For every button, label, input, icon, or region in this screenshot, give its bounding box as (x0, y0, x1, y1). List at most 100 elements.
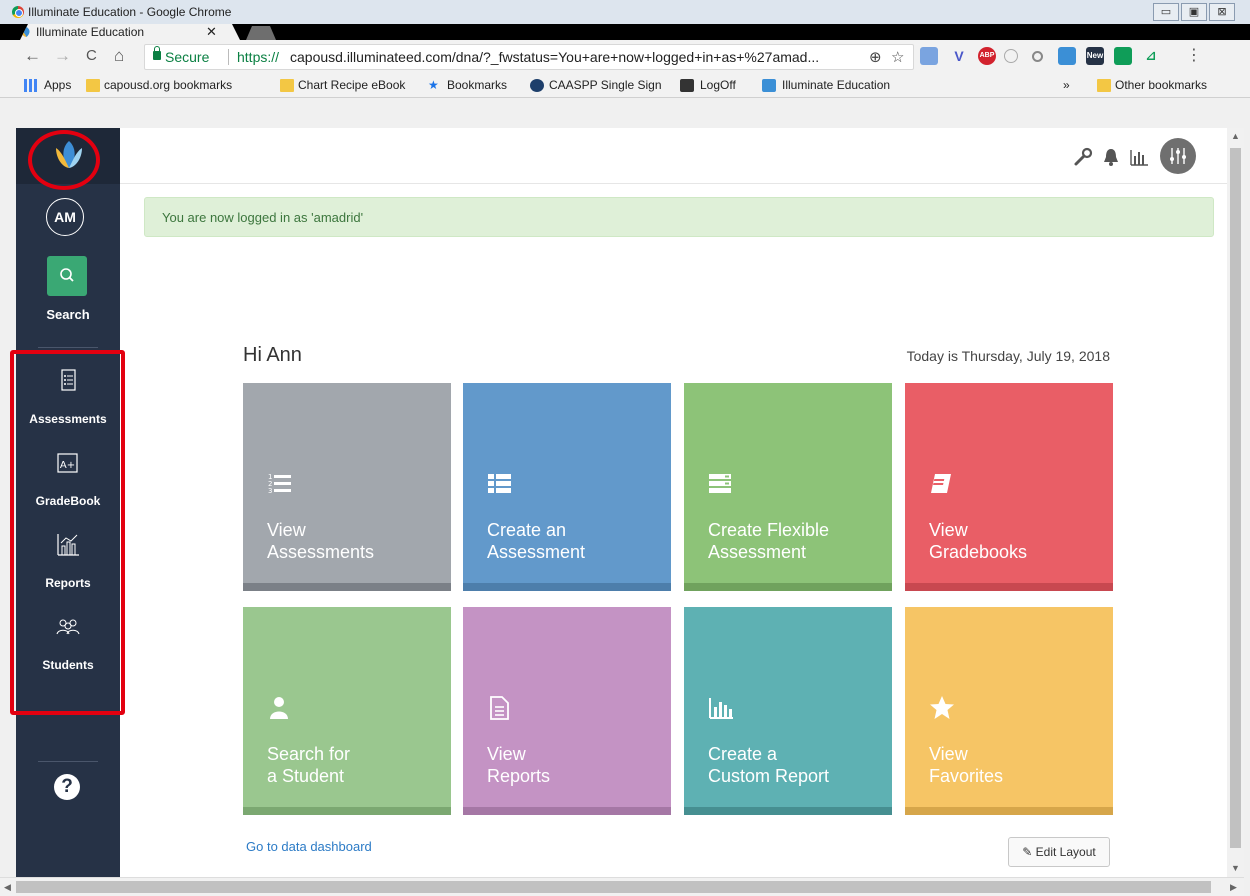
caaspp-icon (530, 79, 544, 92)
sliders-icon (1170, 148, 1186, 164)
bookmark-bookmarks[interactable]: Bookmarks (447, 78, 507, 92)
scroll-left-icon[interactable]: ◀ (4, 882, 11, 893)
secure-label: Secure (165, 49, 210, 65)
zoom-icon[interactable]: ⊕ (869, 48, 882, 66)
tile-view-reports[interactable]: View Reports (463, 607, 671, 815)
tile-search-student[interactable]: Search for a Student (243, 607, 451, 815)
back-icon[interactable]: ← (24, 46, 41, 66)
maximize-button[interactable]: ▣ (1181, 3, 1207, 21)
numbered-list-icon: 1 2 3 (268, 473, 291, 495)
avatar[interactable]: AM (46, 198, 84, 236)
adblock-icon[interactable]: ABP (978, 47, 996, 65)
bookmark-logoff[interactable]: LogOff (700, 78, 736, 92)
tile-strip (905, 807, 1113, 815)
tile-label: View Assessments (267, 520, 375, 562)
tab-illuminate[interactable]: Illuminate Education ✕ (20, 24, 240, 40)
google-classroom-icon[interactable] (1114, 47, 1132, 65)
cast-icon[interactable]: ⊿ (1142, 47, 1160, 65)
tile-label: View Gradebooks (929, 520, 1028, 562)
folder-icon (1097, 79, 1111, 92)
tile-label: Search for a Student (267, 744, 351, 786)
extension-bitmoji-icon[interactable] (920, 47, 938, 65)
bookmark-other[interactable]: Other bookmarks (1115, 78, 1207, 92)
lock-icon (153, 46, 161, 60)
sidebar-divider (38, 761, 98, 762)
extension-badge-1-icon[interactable] (1058, 47, 1076, 65)
home-icon[interactable]: ⌂ (114, 46, 124, 66)
tile-view-assessments[interactable]: 1 2 3 View Assessments (243, 383, 451, 591)
tile-label: Create a Custom Report (708, 744, 830, 786)
tile-view-gradebooks[interactable]: View Gradebooks (905, 383, 1113, 591)
chrome-logo-icon (12, 6, 24, 18)
menu-icon[interactable]: ⋮ (1186, 46, 1202, 66)
bookmarks-overflow-icon[interactable]: » (1063, 78, 1070, 92)
extension-circle-icon[interactable] (1004, 49, 1018, 63)
address-bar[interactable]: Secure https:// capousd.illuminateed.com… (144, 44, 914, 70)
horizontal-scrollbar[interactable]: ◀ ▶ (0, 877, 1244, 896)
tile-create-custom-report[interactable]: Create a Custom Report (684, 607, 892, 815)
tile-strip (243, 807, 451, 815)
tile-strip (684, 807, 892, 815)
edit-layout-button[interactable]: ✎ Edit Layout (1008, 837, 1110, 867)
minimize-button[interactable]: ▭ (1153, 3, 1179, 21)
wrench-icon[interactable] (1072, 146, 1094, 168)
tile-strip (684, 583, 892, 591)
scroll-up-icon[interactable]: ▲ (1231, 131, 1240, 141)
tile-strip (463, 807, 671, 815)
search-label[interactable]: Search (16, 307, 120, 322)
bookmark-star-icon[interactable]: ☆ (891, 48, 904, 66)
bookmark-illuminate[interactable]: Illuminate Education (782, 78, 890, 92)
server-icon (709, 474, 731, 493)
scroll-down-icon[interactable]: ▼ (1231, 863, 1240, 873)
extension-new-icon[interactable]: New (1086, 47, 1104, 65)
forward-icon[interactable]: → (54, 46, 71, 66)
bell-icon[interactable] (1100, 146, 1122, 168)
vertical-scrollbar[interactable]: ▲ ▼ (1227, 128, 1244, 877)
bookmark-caaspp[interactable]: CAASPP Single Sign (549, 78, 662, 92)
browser-window: Illuminate Education - Google Chrome ▭ ▣… (0, 0, 1250, 896)
star-icon: ★ (428, 78, 439, 92)
bookmark-capousd[interactable]: capousd.org bookmarks (104, 78, 232, 92)
scroll-right-icon[interactable]: ▶ (1230, 882, 1237, 893)
bar-chart-icon[interactable] (1128, 146, 1150, 168)
star-icon (930, 696, 954, 719)
app-header (120, 128, 1243, 184)
bookmark-chart-recipe[interactable]: Chart Recipe eBook (298, 78, 405, 92)
close-window-button[interactable]: ⊠ (1209, 3, 1235, 21)
alert-text: You are now logged in as 'amadrid' (162, 210, 364, 225)
logoff-icon (680, 79, 694, 92)
bookmark-apps[interactable]: Apps (44, 78, 71, 92)
folder-icon (86, 79, 100, 92)
book-icon (931, 474, 951, 493)
page-content: AM Search Assessments A+ GradeBook Repor… (16, 128, 1243, 877)
browser-toolbar: ← → C ⌂ Secure https:// capousd.illumina… (0, 40, 1250, 74)
url-text: capousd.illuminateed.com/dna/?_fwstatus=… (290, 49, 820, 65)
settings-sliders-button[interactable] (1160, 138, 1196, 174)
bookmarks-bar: Apps capousd.org bookmarks Chart Recipe … (0, 74, 1250, 98)
folder-icon (280, 79, 294, 92)
annotation-rectangle (10, 350, 125, 715)
search-icon (60, 268, 74, 282)
help-button[interactable]: ? (54, 774, 80, 800)
horizontal-scroll-thumb[interactable] (16, 881, 1211, 893)
tile-create-flexible-assessment[interactable]: Create Flexible Assessment (684, 383, 892, 591)
tab-title: Illuminate Education (36, 25, 145, 39)
tab-close-icon[interactable]: ✕ (206, 24, 217, 40)
tile-view-favorites[interactable]: View Favorites (905, 607, 1113, 815)
greeting: Hi Ann (243, 344, 302, 366)
tile-label: View Reports (487, 744, 551, 786)
illuminate-icon (762, 79, 776, 92)
tile-create-assessment[interactable]: Create an Assessment (463, 383, 671, 591)
url-scheme: https:// (237, 49, 280, 65)
vertical-scroll-thumb[interactable] (1230, 148, 1241, 848)
today-date: Today is Thursday, July 19, 2018 (906, 348, 1110, 364)
new-tab-button[interactable] (246, 26, 276, 40)
extension-ring-icon[interactable] (1032, 51, 1043, 62)
data-dashboard-link[interactable]: Go to data dashboard (246, 839, 372, 854)
document-icon (490, 696, 509, 720)
svg-text:3: 3 (268, 487, 272, 495)
extension-v-icon[interactable]: V (950, 47, 968, 65)
search-button[interactable] (47, 256, 87, 296)
reload-icon[interactable]: C (86, 46, 97, 66)
list-icon (488, 474, 511, 493)
